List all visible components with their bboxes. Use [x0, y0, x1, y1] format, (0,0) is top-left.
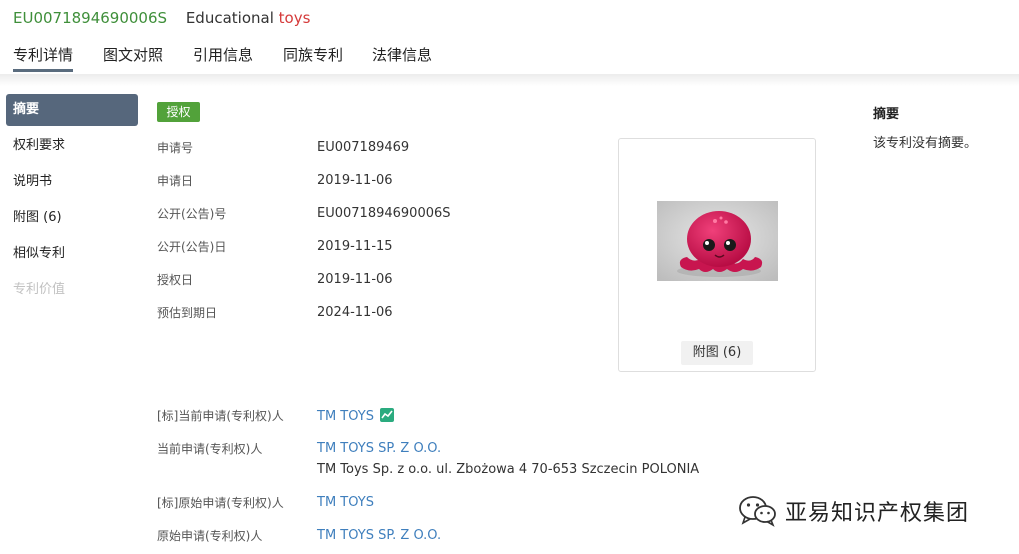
- watermark-text: 亚易知识产权集团: [785, 501, 970, 526]
- current-applicant-address: TM Toys Sp. z o.o. ul. Zbożowa 4 70-653 …: [317, 462, 700, 477]
- sidebar-item-value: 专利价值: [13, 282, 66, 297]
- header-divider: [0, 74, 1019, 86]
- field-label-std-original-applicant: [标]原始申请(专利权)人: [157, 496, 284, 510]
- wechat-icon: [739, 496, 776, 527]
- tab-family[interactable]: 同族专利: [283, 44, 343, 65]
- status-badge: 授权: [157, 102, 200, 122]
- std-original-applicant-link[interactable]: TM TOYS: [317, 495, 374, 510]
- field-value-grant-date: 2019-11-06: [317, 272, 393, 287]
- figure-preview[interactable]: 附图 (6): [618, 138, 816, 372]
- view-drawings-button[interactable]: 附图 (6): [681, 341, 753, 365]
- field-label-application-date: 申请日: [157, 174, 194, 188]
- patent-title-text: Educational toys: [186, 9, 311, 27]
- field-value-expiry-date: 2024-11-06: [317, 305, 393, 320]
- field-label-publication-date: 公开(公告)日: [157, 240, 227, 254]
- sidebar-item-drawings[interactable]: 附图 (6): [6, 202, 138, 234]
- field-value-application-date: 2019-11-06: [317, 173, 393, 188]
- octopus-plush-image[interactable]: [657, 201, 778, 281]
- field-value-application-no: EU007189469: [317, 140, 410, 155]
- field-label-expiry-date: 预估到期日: [157, 306, 218, 320]
- title-highlight: toys: [278, 9, 311, 27]
- field-label-publication-no: 公开(公告)号: [157, 207, 227, 221]
- abstract-text: 该专利没有摘要。: [873, 136, 978, 151]
- abstract-title: 摘要: [873, 107, 900, 122]
- field-label-std-current-applicant: [标]当前申请(专利权)人: [157, 409, 284, 423]
- publication-number: EU0071894690006S: [13, 9, 168, 27]
- field-label-original-applicant: 原始申请(专利权)人: [157, 529, 263, 543]
- field-value-publication-date: 2019-11-15: [317, 239, 393, 254]
- sidebar-item-claims[interactable]: 权利要求: [6, 130, 138, 162]
- std-current-applicant-name[interactable]: TM TOYS: [317, 409, 374, 424]
- title-prefix: Educational: [185, 9, 274, 27]
- tab-citations[interactable]: 引用信息: [193, 44, 253, 65]
- current-applicant-link[interactable]: TM TOYS SP. Z O.O.: [317, 441, 441, 456]
- field-label-grant-date: 授权日: [157, 273, 194, 287]
- patent-title: EU0071894690006S Educational toys: [13, 9, 310, 27]
- original-applicant-link[interactable]: TM TOYS SP. Z O.O.: [317, 528, 441, 543]
- std-current-applicant-link[interactable]: TM TOYS: [317, 408, 394, 424]
- page-header: EU0071894690006S Educational toys 专利详情 图…: [0, 0, 1019, 76]
- sidebar-item-similar[interactable]: 相似专利: [6, 238, 138, 270]
- tab-legal[interactable]: 法律信息: [372, 44, 432, 65]
- field-label-current-applicant: 当前申请(专利权)人: [157, 442, 263, 456]
- sidebar-item-description[interactable]: 说明书: [6, 166, 138, 198]
- field-value-publication-no: EU0071894690006S: [317, 206, 451, 221]
- tab-patent-details[interactable]: 专利详情: [13, 44, 74, 72]
- tab-image-text[interactable]: 图文对照: [103, 44, 163, 65]
- field-label-application-no: 申请号: [157, 141, 194, 155]
- trend-chart-icon[interactable]: [379, 408, 394, 422]
- sidebar-item-abstract[interactable]: 摘要: [6, 94, 138, 126]
